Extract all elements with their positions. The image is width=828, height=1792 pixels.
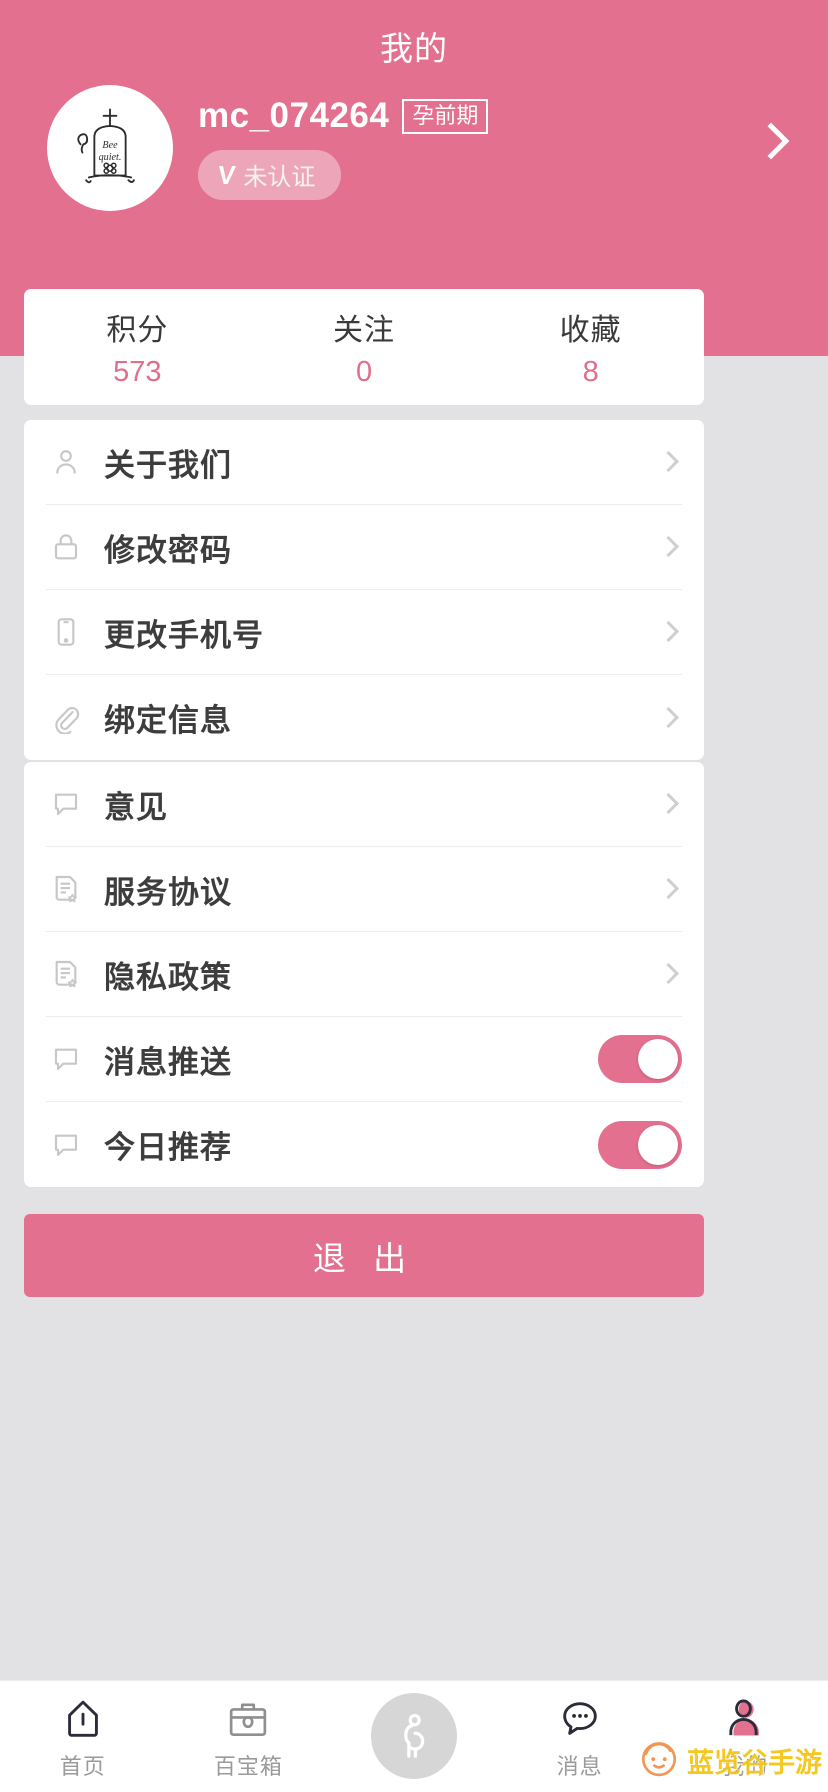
menu-item-label: 更改手机号 (104, 617, 264, 653)
verify-v-icon: V (216, 159, 237, 190)
stat-label: 关注 (333, 314, 395, 347)
pregnant-woman-icon (370, 1693, 457, 1779)
name-line: mc_074264 孕前期 (198, 96, 828, 136)
username: mc_074264 (198, 96, 390, 135)
menu-item-label: 消息推送 (104, 1044, 232, 1080)
verification-badge-label: 未认证 (243, 164, 316, 191)
settings-group-app: 意见 服务协议 隐私政策 消息推送 今日推荐 (24, 762, 704, 1187)
paperclip-icon (46, 698, 86, 738)
settings-group-account: 关于我们 修改密码 更改手机号 绑定信息 (24, 420, 704, 760)
stat-favorites[interactable]: 收藏 8 (477, 305, 704, 389)
menu-item-privacy-policy[interactable]: 隐私政策 (46, 932, 682, 1017)
nav-item-center-action[interactable] (331, 1681, 497, 1792)
stat-label: 积分 (106, 314, 169, 347)
comment-icon (46, 1039, 86, 1079)
toggle-knob (638, 1039, 678, 1079)
document-star-icon (46, 954, 86, 994)
nav-item-label: 百宝箱 (213, 1754, 283, 1779)
lock-icon (46, 527, 86, 567)
menu-item-daily-recommendation[interactable]: 今日推荐 (46, 1102, 682, 1187)
verification-badge[interactable]: V 未认证 (198, 150, 342, 200)
comment-icon (46, 784, 86, 824)
toggle-push-notifications[interactable] (598, 1035, 682, 1083)
stat-value: 573 (113, 356, 162, 388)
chevron-right-icon (657, 962, 680, 985)
menu-item-binding-info[interactable]: 绑定信息 (46, 675, 682, 760)
nav-item-messages[interactable]: 消息 (497, 1681, 663, 1792)
phone-icon (46, 612, 86, 652)
stat-points[interactable]: 积分 573 (24, 305, 251, 389)
profile-person-icon (722, 1692, 768, 1742)
chevron-right-icon (657, 706, 680, 728)
comment-icon (46, 1125, 86, 1165)
chat-dots-icon (557, 1692, 603, 1742)
menu-item-label: 今日推荐 (104, 1130, 232, 1165)
avatar-text-line2: quiet. (99, 152, 122, 163)
nav-item-label: 首页 (59, 1754, 106, 1779)
nav-item-label: 消息 (556, 1754, 603, 1779)
profile-summary[interactable]: Bee quiet. mc_074264 孕前期 V 未认证 (0, 78, 828, 218)
menu-item-label: 意见 (104, 789, 168, 825)
menu-item-change-phone[interactable]: 更改手机号 (46, 590, 682, 675)
document-star-icon (46, 869, 86, 909)
chevron-right-icon (657, 450, 680, 473)
menu-item-change-password[interactable]: 修改密码 (46, 505, 682, 590)
home-icon (60, 1692, 106, 1742)
menu-item-label: 关于我们 (104, 447, 232, 483)
stat-label: 收藏 (559, 314, 622, 347)
menu-item-label: 绑定信息 (104, 703, 232, 738)
menu-item-label: 修改密码 (104, 532, 232, 568)
stat-value: 8 (582, 356, 599, 388)
avatar-text-line1: Bee (102, 140, 118, 151)
briefcase-icon (225, 1692, 271, 1742)
menu-item-push-notifications[interactable]: 消息推送 (46, 1017, 682, 1102)
menu-item-service-agreement[interactable]: 服务协议 (46, 847, 682, 932)
chevron-right-icon (657, 877, 680, 900)
page-title: 我的 (380, 30, 448, 67)
logout-button[interactable]: 退 出 (24, 1214, 704, 1297)
menu-item-label: 服务协议 (104, 874, 232, 910)
nav-item-profile[interactable]: 我的 (662, 1681, 828, 1792)
toggle-knob (638, 1124, 678, 1165)
stat-following[interactable]: 关注 0 (251, 305, 478, 389)
chevron-right-icon (657, 620, 680, 643)
nav-item-toolbox[interactable]: 百宝箱 (166, 1681, 332, 1792)
nav-item-label: 我的 (722, 1754, 769, 1779)
menu-item-label: 隐私政策 (104, 959, 232, 995)
toggle-daily-recommendation[interactable] (598, 1120, 682, 1169)
menu-item-about-us[interactable]: 关于我们 (46, 420, 682, 505)
avatar[interactable]: Bee quiet. (47, 85, 173, 211)
tombstone-doodle-icon: Bee quiet. (77, 108, 135, 184)
menu-item-feedback[interactable]: 意见 (46, 762, 682, 847)
nav-item-home[interactable]: 首页 (0, 1681, 166, 1792)
app-screen: 我的 Bee quiet. mc_074264 孕前期 V 未认证 积分 573… (0, 0, 828, 1792)
person-icon (46, 442, 86, 482)
profile-info: mc_074264 孕前期 V 未认证 (198, 96, 828, 200)
stat-value: 0 (355, 356, 373, 388)
bottom-navigation: 首页 百宝箱 消息 我的 (0, 1680, 828, 1792)
stats-card: 积分 573 关注 0 收藏 8 (24, 289, 704, 405)
pregnancy-stage-badge: 孕前期 (402, 98, 489, 134)
chevron-right-icon (657, 792, 680, 815)
chevron-right-icon (657, 535, 680, 558)
